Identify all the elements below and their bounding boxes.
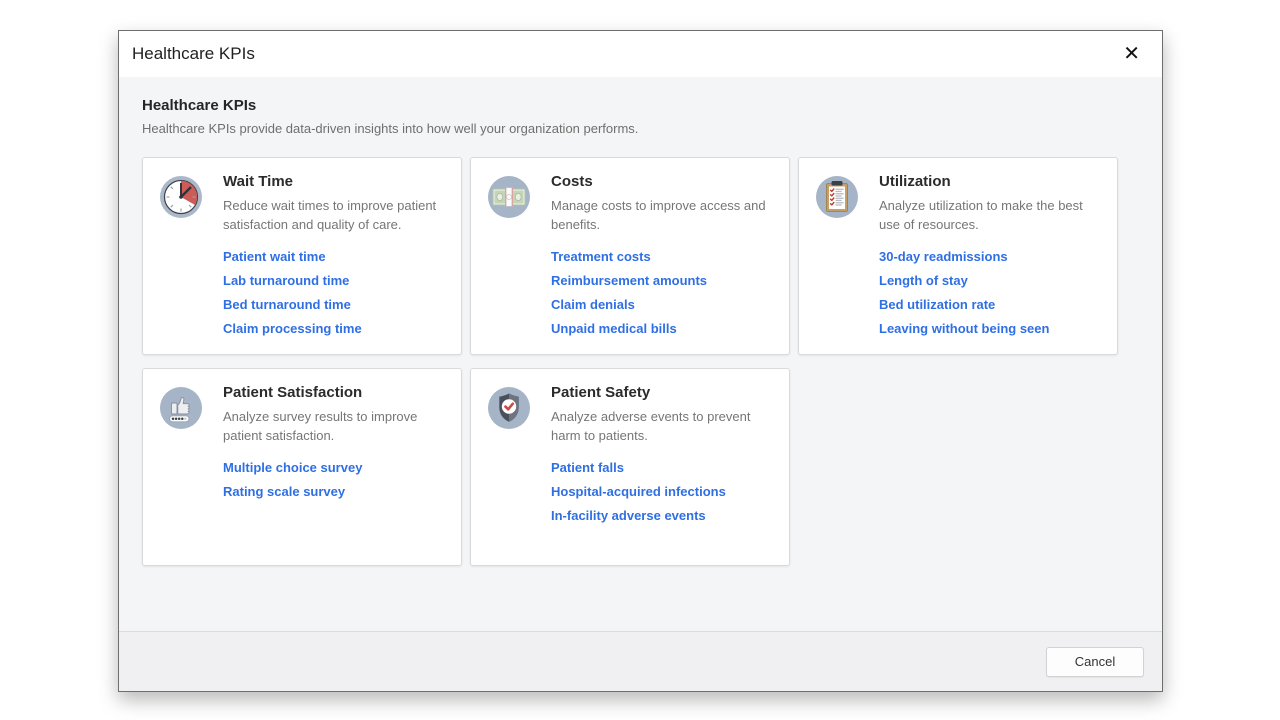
kpi-link-leaving-without-being-seen[interactable]: Leaving without being seen [879,321,1101,336]
kpi-card-costs: Costs Manage costs to improve access and… [470,157,790,355]
card-title: Costs [551,173,773,190]
kpi-link-rating-scale-survey[interactable]: Rating scale survey [223,484,445,499]
kpi-link-bed-turnaround-time[interactable]: Bed turnaround time [223,297,445,312]
kpi-link-hospital-acquired-infections[interactable]: Hospital-acquired infections [551,484,773,499]
kpi-link-patient-wait-time[interactable]: Patient wait time [223,249,445,264]
page-title: Healthcare KPIs [142,97,1138,114]
cancel-button[interactable]: Cancel [1046,647,1144,677]
shield-check-icon [487,386,531,430]
card-description: Analyze adverse events to prevent harm t… [551,408,773,446]
kpi-link-bed-utilization-rate[interactable]: Bed utilization rate [879,297,1101,312]
kpi-link-in-facility-adverse-events[interactable]: In-facility adverse events [551,508,773,523]
kpi-link-claim-processing-time[interactable]: Claim processing time [223,321,445,336]
healthcare-kpis-dialog: Healthcare KPIs ✕ Healthcare KPIs Health… [118,30,1163,692]
dialog-body: Healthcare KPIs Healthcare KPIs provide … [119,77,1162,631]
dialog-titlebar: Healthcare KPIs ✕ [119,31,1162,77]
page-subtitle: Healthcare KPIs provide data-driven insi… [142,121,1138,136]
kpi-card-patient-satisfaction: Patient Satisfaction Analyze survey resu… [142,368,462,566]
kpi-link-30-day-readmissions[interactable]: 30-day readmissions [879,249,1101,264]
kpi-card-wait-time: Wait Time Reduce wait times to improve p… [142,157,462,355]
thumbs-up-icon [159,386,203,430]
kpi-link-claim-denials[interactable]: Claim denials [551,297,773,312]
kpi-card-utilization: Utilization Analyze utilization to make … [798,157,1118,355]
kpi-link-unpaid-medical-bills[interactable]: Unpaid medical bills [551,321,773,336]
card-title: Patient Safety [551,384,773,401]
kpi-link-treatment-costs[interactable]: Treatment costs [551,249,773,264]
clipboard-checklist-icon [815,175,859,219]
kpi-card-patient-safety: Patient Safety Analyze adverse events to… [470,368,790,566]
kpi-link-reimbursement-amounts[interactable]: Reimbursement amounts [551,273,773,288]
card-description: Analyze survey results to improve patien… [223,408,445,446]
kpi-link-length-of-stay[interactable]: Length of stay [879,273,1101,288]
kpi-link-lab-turnaround-time[interactable]: Lab turnaround time [223,273,445,288]
card-title: Wait Time [223,173,445,190]
kpi-link-patient-falls[interactable]: Patient falls [551,460,773,475]
dialog-title: Healthcare KPIs [132,44,255,64]
card-description: Manage costs to improve access and benef… [551,197,773,235]
dialog-footer: Cancel [119,631,1162,691]
card-description: Reduce wait times to improve patient sat… [223,197,445,235]
kpi-link-multiple-choice-survey[interactable]: Multiple choice survey [223,460,445,475]
money-icon [487,175,531,219]
close-icon[interactable]: ✕ [1119,42,1144,66]
card-title: Utilization [879,173,1101,190]
card-title: Patient Satisfaction [223,384,445,401]
kpi-cards-grid: Wait Time Reduce wait times to improve p… [142,157,1138,566]
clock-icon [159,175,203,219]
card-description: Analyze utilization to make the best use… [879,197,1101,235]
